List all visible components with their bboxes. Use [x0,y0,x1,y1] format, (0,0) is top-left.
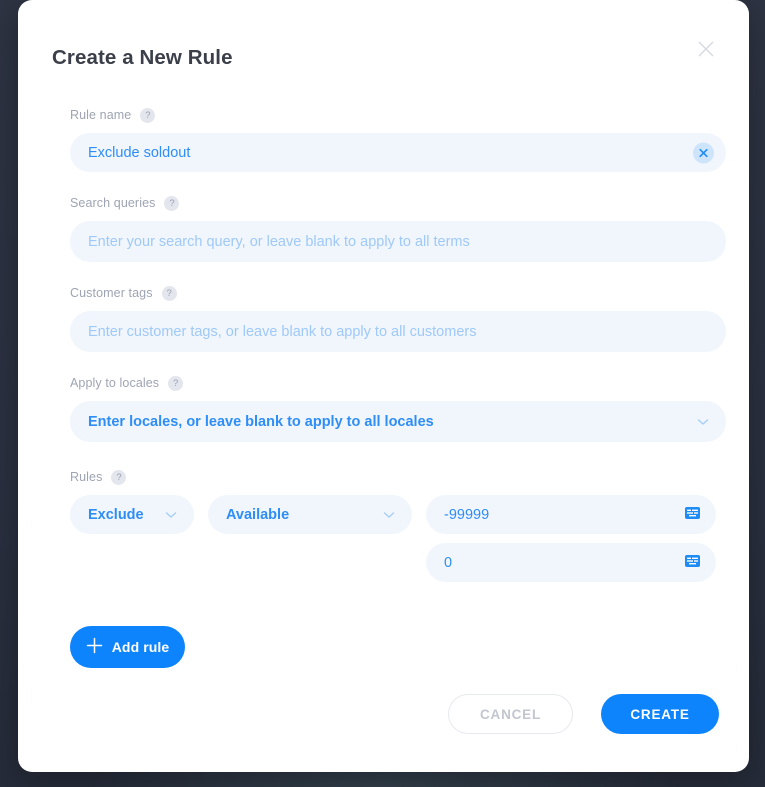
help-icon[interactable]: ? [164,195,180,211]
field-locales: Apply to locales ? Enter locales, or lea… [70,374,726,442]
keyboard-icon[interactable] [685,506,700,524]
search-queries-placeholder: Enter your search query, or leave blank … [88,233,470,250]
rule-name-label-row: Rule name ? [70,106,726,124]
add-rule-button[interactable]: Add rule [70,626,185,668]
create-button[interactable]: CREATE [601,694,719,734]
customer-tags-label: Customer tags [70,286,153,300]
plus-icon [86,637,103,657]
help-icon[interactable]: ? [161,285,177,301]
rule-action-value: Exclude [88,506,144,523]
page-title: Create a New Rule [52,46,233,69]
help-icon[interactable]: ? [140,107,156,123]
cancel-button[interactable]: CANCEL [448,694,573,734]
locales-label-row: Apply to locales ? [70,374,726,392]
rule-name-input[interactable]: Exclude soldout [70,133,726,172]
add-rule-label: Add rule [111,639,170,655]
field-rules: Rules ? Exclude Available -99999 0 Add r… [70,468,726,668]
field-search-queries: Search queries ? Enter your search query… [70,194,726,262]
create-rule-modal: Create a New Rule Rule name ? Exclude so… [18,0,749,772]
help-icon[interactable]: ? [168,375,184,391]
rule-condition-value: Available [226,506,290,523]
rules-label-row: Rules ? [70,468,726,486]
chevron-down-icon[interactable] [697,413,709,431]
customer-tags-input[interactable]: Enter customer tags, or leave blank to a… [70,311,726,352]
clear-icon[interactable] [693,142,714,163]
customer-tags-label-row: Customer tags ? [70,284,726,302]
rule-name-label: Rule name [70,108,132,122]
rule-min-value: -99999 [444,506,490,523]
chevron-down-icon[interactable] [165,506,177,524]
rule-condition-select[interactable]: Available [208,495,412,534]
search-queries-input[interactable]: Enter your search query, or leave blank … [70,221,726,262]
locales-select[interactable]: Enter locales, or leave blank to apply t… [70,401,726,442]
rule-name-value: Exclude soldout [88,144,191,161]
rules-label: Rules [70,470,103,484]
rule-range-inputs: -99999 0 [426,495,716,582]
rule-row: Exclude Available -99999 0 [70,495,726,582]
rule-form: Rule name ? Exclude soldout Search queri… [70,106,726,668]
locales-label: Apply to locales [70,376,160,390]
modal-footer: CANCEL CREATE [448,694,719,734]
keyboard-icon[interactable] [685,554,700,572]
customer-tags-placeholder: Enter customer tags, or leave blank to a… [88,323,477,340]
rule-max-input[interactable]: 0 [426,543,716,582]
locales-value: Enter locales, or leave blank to apply t… [88,413,434,430]
search-queries-label-row: Search queries ? [70,194,726,212]
search-queries-label: Search queries [70,196,156,210]
help-icon[interactable]: ? [111,469,127,485]
rule-min-input[interactable]: -99999 [426,495,716,534]
field-customer-tags: Customer tags ? Enter customer tags, or … [70,284,726,352]
rule-action-select[interactable]: Exclude [70,495,194,534]
chevron-down-icon[interactable] [383,506,395,524]
rule-max-value: 0 [444,554,453,571]
field-rule-name: Rule name ? Exclude soldout [70,106,726,172]
close-icon[interactable] [693,36,719,62]
